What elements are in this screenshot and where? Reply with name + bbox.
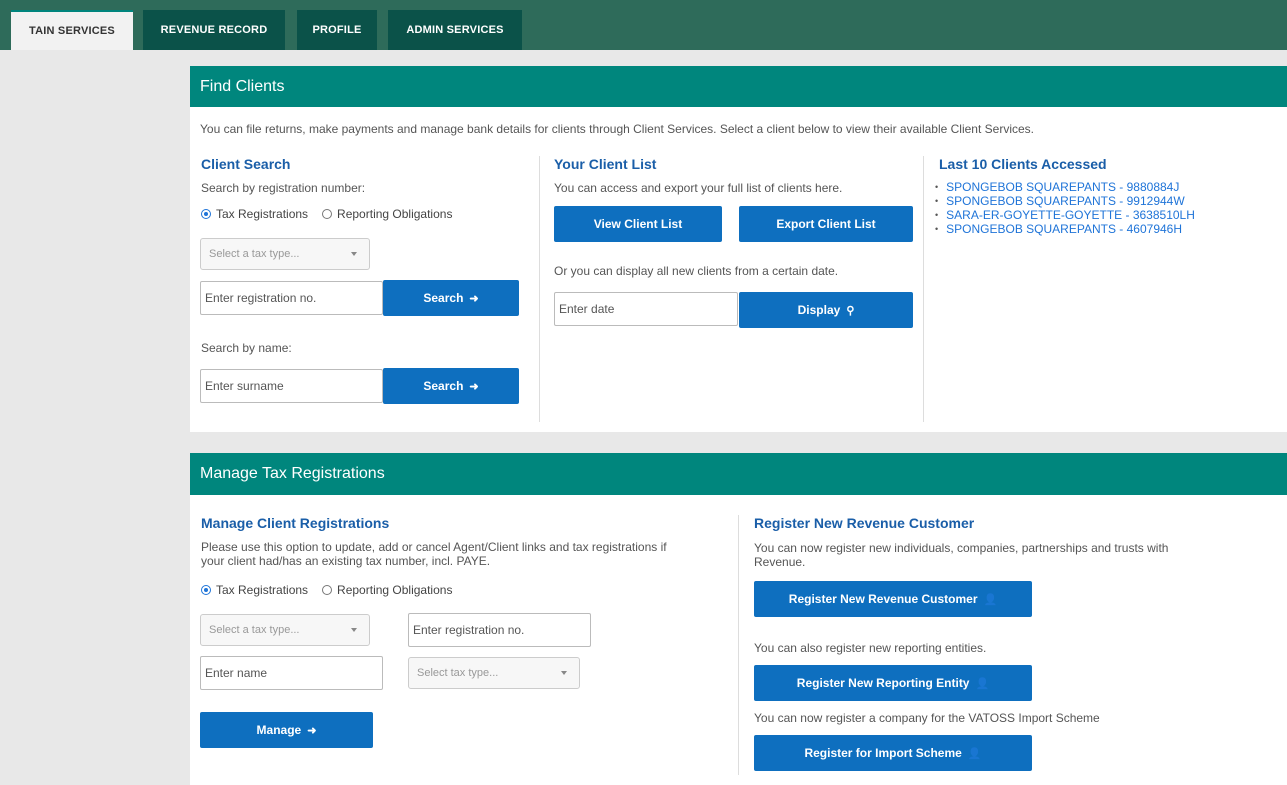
- display-by-date-desc: Or you can display all new clients from …: [554, 264, 839, 278]
- register-new-desc-2: Revenue.: [754, 555, 806, 569]
- manage-tax-type-select-2[interactable]: Select tax type...: [408, 657, 580, 689]
- client-link[interactable]: SPONGEBOB SQUAREPANTS - 9912944W: [946, 194, 1185, 208]
- radio-tax-registrations[interactable]: [201, 209, 211, 219]
- import-scheme-label: Register for Import Scheme: [804, 746, 962, 760]
- manage-tax-header: Manage Tax Registrations: [190, 453, 1287, 495]
- list-item[interactable]: • SPONGEBOB SQUAREPANTS - 9880884J: [935, 180, 1195, 194]
- client-search-title: Client Search: [201, 156, 291, 172]
- manage-client-reg-title: Manage Client Registrations: [201, 515, 390, 531]
- manage-button-label: Manage: [256, 723, 302, 737]
- register-new-desc-1: You can now register new individuals, co…: [754, 541, 1169, 555]
- user-icon: 👤: [967, 747, 982, 760]
- find-clients-header: Find Clients: [190, 66, 1287, 107]
- manage-registration-number-input[interactable]: Enter registration no.: [408, 613, 591, 647]
- arrow-right-icon: ➜: [469, 380, 479, 393]
- user-icon: 👤: [983, 593, 998, 606]
- display-button-label: Display: [797, 303, 841, 317]
- radio-tax-label: Tax Registrations: [216, 583, 309, 597]
- search-by-name-button[interactable]: Search ➜: [383, 368, 519, 404]
- surname-input[interactable]: Enter surname: [200, 369, 383, 403]
- chevron-down-icon: [561, 671, 567, 675]
- radio-reporting-obligations[interactable]: [322, 585, 333, 595]
- list-item[interactable]: • SARA-ER-GOYETTE-GOYETTE - 3638510LH: [935, 208, 1195, 222]
- tab-tain-services[interactable]: TAIN SERVICES: [11, 10, 133, 50]
- manage-tax-type-select[interactable]: Select a tax type...: [200, 614, 370, 646]
- manage-tax-registrations-panel: Manage Tax Registrations Manage Client R…: [190, 453, 1287, 785]
- register-import-scheme-button[interactable]: Register for Import Scheme 👤: [754, 735, 1032, 771]
- radio-reporting-obligations[interactable]: [322, 209, 333, 219]
- manage-reg-placeholder: Enter registration no.: [413, 623, 525, 637]
- search-by-reg-label: Search by registration number:: [201, 181, 366, 195]
- manage-tax-type-value: Select a tax type...: [209, 624, 300, 636]
- radio-tax-registrations[interactable]: [201, 585, 211, 595]
- column-divider: [923, 156, 924, 422]
- top-nav-bar: TAIN SERVICES REVENUE RECORD PROFILE ADM…: [0, 0, 1287, 50]
- date-input[interactable]: Enter date: [554, 292, 738, 326]
- registration-number-placeholder: Enter registration no.: [205, 291, 317, 305]
- register-new-customer-button[interactable]: Register New Revenue Customer 👤: [754, 581, 1032, 617]
- radio-tax-label: Tax Registrations: [216, 207, 309, 221]
- chevron-down-icon: [351, 252, 357, 256]
- arrow-right-icon: ➜: [307, 724, 317, 737]
- surname-placeholder: Enter surname: [205, 379, 284, 393]
- client-link[interactable]: SARA-ER-GOYETTE-GOYETTE - 3638510LH: [946, 208, 1195, 222]
- register-customer-label: Register New Revenue Customer: [788, 592, 978, 606]
- column-divider: [738, 515, 739, 775]
- column-divider: [539, 156, 540, 422]
- tax-type-select-value: Select a tax type...: [209, 248, 300, 260]
- register-new-entity-button[interactable]: Register New Reporting Entity 👤: [754, 665, 1032, 701]
- tax-type-select[interactable]: Select a tax type...: [200, 238, 370, 270]
- client-link[interactable]: SPONGEBOB SQUAREPANTS - 4607946H: [946, 222, 1182, 236]
- tab-profile[interactable]: PROFILE: [297, 10, 377, 50]
- export-client-list-button[interactable]: Export Client List: [739, 206, 913, 242]
- view-client-list-button[interactable]: View Client List: [554, 206, 722, 242]
- display-button[interactable]: Display ⚲: [739, 292, 913, 328]
- search-button-label: Search: [423, 291, 464, 305]
- register-new-customer-title: Register New Revenue Customer: [754, 515, 975, 531]
- client-list-title: Your Client List: [554, 156, 657, 172]
- vatoss-desc: You can now register a company for the V…: [754, 711, 1100, 725]
- tab-admin-services[interactable]: ADMIN SERVICES: [388, 10, 522, 50]
- list-item[interactable]: • SPONGEBOB SQUAREPANTS - 9912944W: [935, 194, 1195, 208]
- radio-reporting-label: Reporting Obligations: [337, 583, 453, 597]
- client-list-desc: You can access and export your full list…: [554, 181, 843, 195]
- list-item[interactable]: • SPONGEBOB SQUAREPANTS - 4607946H: [935, 222, 1195, 236]
- tab-revenue-record[interactable]: REVENUE RECORD: [143, 10, 285, 50]
- find-clients-intro: You can file returns, make payments and …: [200, 122, 1034, 136]
- register-entity-label: Register New Reporting Entity: [796, 676, 970, 690]
- last-clients-title: Last 10 Clients Accessed: [939, 156, 1107, 172]
- radio-reporting-label: Reporting Obligations: [337, 207, 453, 221]
- last-clients-list: • SPONGEBOB SQUAREPANTS - 9880884J • SPONG…: [935, 180, 1195, 236]
- manage-client-reg-desc-2: your client had/has an existing tax numb…: [201, 554, 491, 568]
- search-by-reg-button[interactable]: Search ➜: [383, 280, 519, 316]
- find-clients-panel: Find Clients You can file returns, make …: [190, 66, 1287, 432]
- search-button-label: Search: [423, 379, 464, 393]
- search-by-name-label: Search by name:: [201, 341, 292, 355]
- search-icon: ⚲: [846, 304, 855, 317]
- search-type-radio-group: Tax Registrations Reporting Obligations: [201, 207, 452, 221]
- client-link[interactable]: SPONGEBOB SQUAREPANTS - 9880884J: [946, 180, 1179, 194]
- manage-type-radio-group: Tax Registrations Reporting Obligations: [201, 583, 452, 597]
- manage-tax-type-2-value: Select tax type...: [417, 667, 499, 679]
- registration-number-input[interactable]: Enter registration no.: [200, 281, 383, 315]
- date-placeholder: Enter date: [559, 302, 615, 316]
- manage-client-reg-desc-1: Please use this option to update, add or…: [201, 540, 667, 554]
- name-placeholder: Enter name: [205, 666, 268, 680]
- arrow-right-icon: ➜: [469, 292, 479, 305]
- chevron-down-icon: [351, 628, 357, 632]
- manage-button[interactable]: Manage ➜: [200, 712, 373, 748]
- register-entities-desc: You can also register new reporting enti…: [754, 641, 987, 655]
- name-input[interactable]: Enter name: [200, 656, 383, 690]
- user-icon: 👤: [975, 677, 990, 690]
